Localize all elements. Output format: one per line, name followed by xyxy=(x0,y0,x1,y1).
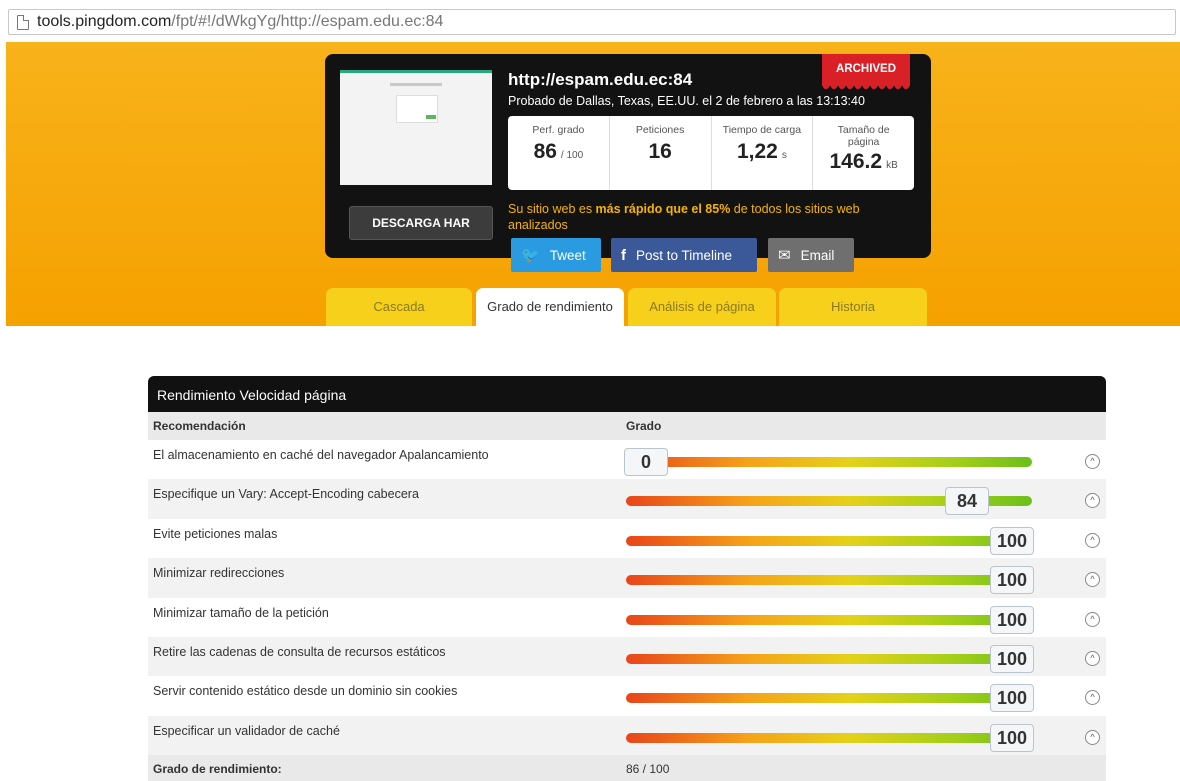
url-path: /fpt/#!/dWkgYg/http://espam.edu.ec:84 xyxy=(171,13,444,30)
grade-score: 100 xyxy=(990,684,1034,713)
grade-score: 100 xyxy=(990,605,1034,634)
grade-score: 0 xyxy=(624,448,668,476)
panel-title: Rendimiento Velocidad página xyxy=(148,376,1106,412)
tab-grado-rendimiento[interactable]: Grado de rendimiento xyxy=(476,288,624,326)
grade-score: 84 xyxy=(945,487,990,516)
recommendation-text: Minimizar redirecciones xyxy=(153,566,285,581)
stats-box: Perf. grado 86/ 100 Peticiones 16 Tiempo… xyxy=(508,116,914,190)
twitter-icon: 🐦 xyxy=(521,247,540,264)
table-row: Especifique un Vary: Accept-Encoding cab… xyxy=(148,479,1106,519)
table-row: Especificar un validador de caché 100 ^ xyxy=(148,715,1106,756)
table-row: Evite peticiones malas 100 ^ xyxy=(148,518,1106,559)
facebook-icon: f xyxy=(621,246,626,264)
expand-icon[interactable]: ^ xyxy=(1085,572,1100,588)
col-grade: Grado xyxy=(626,419,662,433)
table-header: Recomendación Grado xyxy=(148,412,1106,440)
recommendation-rows: El almacenamiento en caché del navegador… xyxy=(148,440,1106,756)
expand-icon[interactable]: ^ xyxy=(1085,729,1100,745)
recommendation-text: Minimizar tamaño de la petición xyxy=(153,605,329,620)
recommendation-text: El almacenamiento en caché del navegador… xyxy=(153,448,489,462)
recommendation-text: Evite peticiones malas xyxy=(153,526,278,541)
grade-bar xyxy=(626,732,1032,743)
table-row: Minimizar tamaño de la petición 100 ^ xyxy=(148,597,1106,637)
expand-icon[interactable]: ^ xyxy=(1085,493,1100,509)
archived-badge: ARCHIVED xyxy=(822,54,910,90)
grade-score: 100 xyxy=(990,566,1034,595)
grade-bar xyxy=(626,575,1032,586)
email-button[interactable]: ✉ Email xyxy=(768,238,854,272)
grade-bar xyxy=(626,693,1032,704)
tab-cascada[interactable]: Cascada xyxy=(326,288,472,326)
grade-score: 100 xyxy=(990,723,1034,752)
expand-icon[interactable]: ^ xyxy=(1085,454,1100,469)
site-url: http://espam.edu.ec:84 xyxy=(508,70,693,89)
footer-value: 86 / 100 xyxy=(626,762,670,777)
recommendation-text: Especifique un Vary: Accept-Encoding cab… xyxy=(153,487,419,502)
recommendation-text: Retire las cadenas de consulta de recurs… xyxy=(153,644,446,659)
grade-score: 100 xyxy=(990,644,1034,673)
footer-label: Grado de rendimiento: xyxy=(153,762,282,777)
recommendation-text: Servir contenido estático desde un domin… xyxy=(153,684,458,699)
table-row: Servir contenido estático desde un domin… xyxy=(148,676,1106,716)
table-row: Minimizar redirecciones 100 ^ xyxy=(148,558,1106,598)
tweet-button[interactable]: 🐦 Tweet xyxy=(511,238,601,272)
page-icon xyxy=(17,14,29,30)
table-row: Retire las cadenas de consulta de recurs… xyxy=(148,636,1106,677)
tested-from: Probado de Dallas, Texas, EE.UU. el 2 de… xyxy=(508,94,865,108)
expand-icon[interactable]: ^ xyxy=(1085,650,1100,666)
stat-requests: Peticiones 16 xyxy=(610,116,712,190)
facebook-button[interactable]: f Post to Timeline xyxy=(611,238,757,272)
col-recommendation: Recomendación xyxy=(153,419,246,433)
expand-icon[interactable]: ^ xyxy=(1085,611,1100,627)
expand-icon[interactable]: ^ xyxy=(1085,532,1100,548)
tab-analisis-pagina[interactable]: Análisis de página xyxy=(628,288,776,326)
stat-load-time: Tiempo de carga 1,22 s xyxy=(712,116,814,190)
recommendation-text: Especificar un validador de caché xyxy=(153,723,340,738)
summary-card: http://espam.edu.ec:84 Probado de Dallas… xyxy=(325,54,931,258)
grade-score: 100 xyxy=(990,526,1034,555)
expand-icon[interactable]: ^ xyxy=(1085,690,1100,706)
faster-than-text: Su sitio web es más rápido que el 85% de… xyxy=(508,202,860,232)
envelope-icon: ✉ xyxy=(778,247,791,264)
stat-page-size: Tamaño de página 146.2 kB xyxy=(829,124,898,173)
grade-bar xyxy=(626,614,1032,625)
performance-panel: Rendimiento Velocidad página Recomendaci… xyxy=(148,376,1106,781)
site-thumbnail xyxy=(340,70,492,185)
table-footer: Grado de rendimiento: 86 / 100 xyxy=(148,755,1106,781)
table-row: El almacenamiento en caché del navegador… xyxy=(148,440,1106,480)
url-field[interactable]: tools.pingdom.com/fpt/#!/dWkgYg/http://e… xyxy=(8,9,1176,35)
url-host: tools.pingdom.com xyxy=(37,13,172,30)
grade-bar xyxy=(626,535,1032,546)
browser-address-bar: tools.pingdom.com/fpt/#!/dWkgYg/http://e… xyxy=(0,0,1180,42)
grade-bar xyxy=(626,653,1032,664)
download-har-button[interactable]: DESCARGA HAR xyxy=(349,206,493,240)
stat-grade: Perf. grado 86/ 100 xyxy=(508,116,610,190)
results-header: http://espam.edu.ec:84 Probado de Dallas… xyxy=(6,42,1180,326)
tab-historia[interactable]: Historia xyxy=(779,288,927,326)
grade-bar xyxy=(626,457,1032,467)
